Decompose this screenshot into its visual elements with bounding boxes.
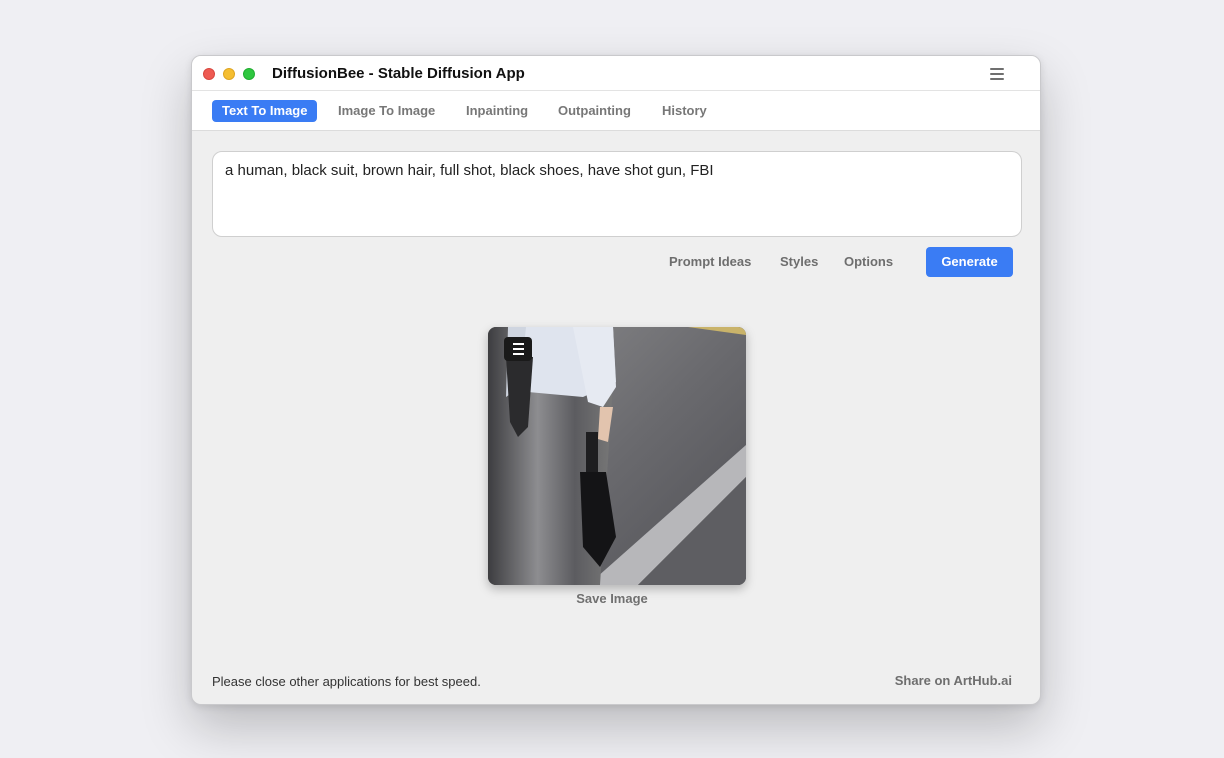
generated-image bbox=[488, 327, 746, 585]
generated-image-picture bbox=[488, 327, 746, 585]
prompt-input[interactable]: a human, black suit, brown hair, full sh… bbox=[212, 151, 1022, 237]
save-image-button[interactable]: Save Image bbox=[488, 591, 736, 606]
options-button[interactable]: Options bbox=[844, 254, 893, 269]
generate-button[interactable]: Generate bbox=[926, 247, 1013, 277]
share-arthub-link[interactable]: Share on ArtHub.ai bbox=[895, 673, 1012, 688]
tab-outpainting[interactable]: Outpainting bbox=[548, 100, 641, 122]
tab-inpainting[interactable]: Inpainting bbox=[456, 100, 538, 122]
app-window: DiffusionBee - Stable Diffusion App Text… bbox=[191, 55, 1041, 705]
tab-history[interactable]: History bbox=[652, 100, 717, 122]
zoom-window-button[interactable] bbox=[243, 68, 255, 80]
close-window-button[interactable] bbox=[203, 68, 215, 80]
tab-bar: Text To Image Image To Image Inpainting … bbox=[192, 91, 1040, 131]
status-message: Please close other applications for best… bbox=[212, 674, 481, 689]
tab-image-to-image[interactable]: Image To Image bbox=[328, 100, 445, 122]
title-bar: DiffusionBee - Stable Diffusion App bbox=[192, 56, 1040, 91]
tab-text-to-image[interactable]: Text To Image bbox=[212, 100, 318, 122]
image-menu-icon[interactable] bbox=[504, 337, 532, 361]
hamburger-menu-icon[interactable] bbox=[990, 67, 1004, 81]
prompt-ideas-button[interactable]: Prompt Ideas bbox=[669, 254, 751, 269]
minimize-window-button[interactable] bbox=[223, 68, 235, 80]
styles-button[interactable]: Styles bbox=[780, 254, 818, 269]
window-title: DiffusionBee - Stable Diffusion App bbox=[272, 65, 525, 82]
